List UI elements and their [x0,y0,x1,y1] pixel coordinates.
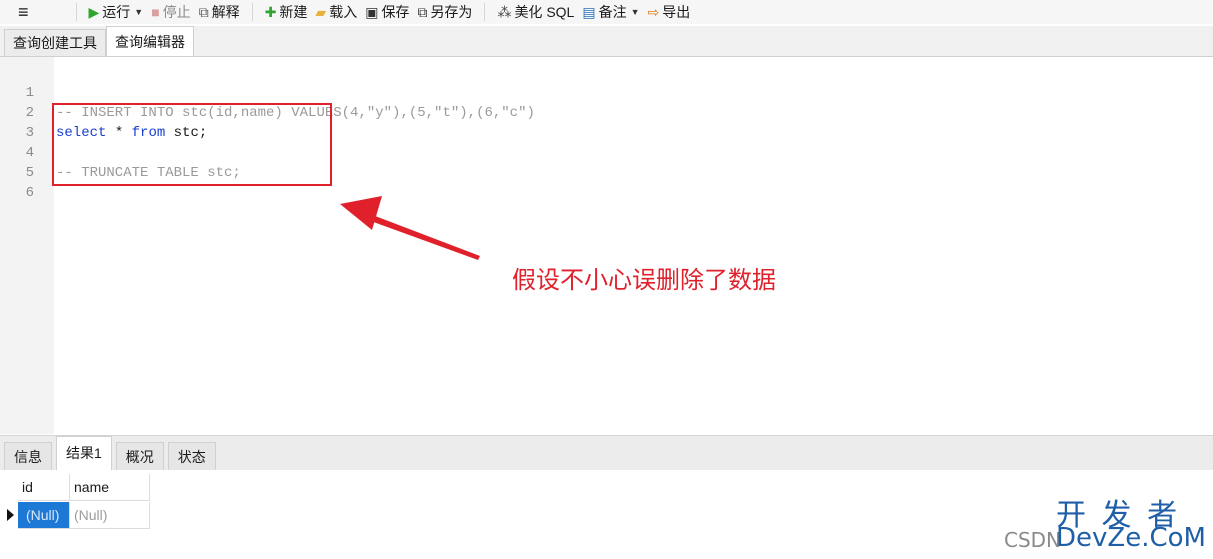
watermark-domain: DevZe.CoM [1056,523,1206,553]
new-query-icon: ✚ [264,4,277,20]
sql-editor[interactable]: 1 -- INSERT INTO stc(id,name) VALUES(4,"… [0,57,1213,434]
stop-button[interactable]: ■ 停止 [147,0,194,24]
save-button[interactable]: ▣ 保存 [361,0,413,24]
column-header-id[interactable]: id [18,474,70,501]
save-icon: ▣ [365,4,379,20]
run-button[interactable]: ▶ 运行 ▼ [85,0,148,24]
play-icon: ▶ [88,4,100,20]
beautify-sql-button[interactable]: ⁂ 美化 SQL [493,0,578,24]
notes-icon: ▤ [582,4,596,20]
chevron-down-icon[interactable]: ▼ [134,7,143,17]
stop-icon: ■ [151,4,160,20]
code-line[interactable]: 3 [0,103,34,141]
tab-info[interactable]: 信息 [4,442,52,470]
explain-button[interactable]: ⧉ 解释 [195,0,244,24]
cell-name[interactable]: (Null) [70,502,150,529]
export-icon: ⇨ [647,4,660,20]
export-label: 导出 [662,4,691,20]
code-line[interactable]: 4 -- TRUNCATE TABLE stc; [0,123,241,181]
save-label: 保存 [381,4,410,20]
toolbar-separator [251,3,253,21]
cell-id[interactable]: (Null) [18,502,70,529]
annotation-note: 假设不小心误删除了数据 [512,266,776,294]
tab-query-editor[interactable]: 查询编辑器 [106,26,194,56]
explain-label: 解释 [211,4,240,20]
current-row-indicator-icon [7,509,14,521]
tab-status[interactable]: 状态 [167,442,216,470]
notes-label: 备注 [598,4,627,20]
line-number: 6 [25,185,34,201]
query-tab-bar: 查询创建工具 查询编辑器 [0,26,1213,57]
annotation-arrow [340,196,480,260]
highlight-box [52,103,332,186]
save-as-button[interactable]: ⧉ 另存为 [413,0,476,24]
toolbar: ≡ ▶ 运行 ▼ ■ 停止 ⧉ 解释 ✚ 新建 ▰ 载入 ▣ 保存 ⧉ 另存为 … [0,0,1213,24]
toolbar-separator [484,3,486,21]
menu-button[interactable]: ≡ [0,0,40,24]
code-line[interactable]: 5 [0,143,34,181]
folder-icon: ▰ [315,4,327,20]
tab-overview[interactable]: 概况 [115,442,164,470]
save-as-label: 另存为 [430,4,473,20]
new-label: 新建 [279,4,308,20]
code-line[interactable]: 1 -- INSERT INTO stc(id,name) VALUES(4,"… [0,63,535,121]
tab-result-1[interactable]: 结果1 [56,436,112,470]
watermark-source: CSDN [1004,528,1062,552]
explain-icon: ⧉ [198,4,209,20]
arrow-head [340,196,382,230]
save-as-icon: ⧉ [417,4,428,20]
beautify-label: 美化 SQL [514,4,575,20]
new-button[interactable]: ✚ 新建 [261,0,312,24]
tab-query-builder[interactable]: 查询创建工具 [4,29,106,56]
stop-label: 停止 [162,4,191,20]
code-line[interactable]: 2 select * from stc; [0,83,208,141]
arrow-shaft [368,214,480,260]
notes-button[interactable]: ▤ 备注 ▼ [578,0,643,24]
column-header-name[interactable]: name [70,474,150,501]
toolbar-separator [75,3,77,21]
load-button[interactable]: ▰ 载入 [311,0,361,24]
load-label: 载入 [329,4,358,20]
hamburger-icon: ≡ [18,2,29,22]
code-line[interactable]: 6 [0,163,34,201]
result-tab-bar: 信息 结果1 概况 状态 [0,435,1213,470]
chevron-down-icon[interactable]: ▼ [631,7,640,17]
export-button[interactable]: ⇨ 导出 [644,0,695,24]
magic-wand-icon: ⁂ [497,4,512,20]
run-label: 运行 [102,4,131,20]
